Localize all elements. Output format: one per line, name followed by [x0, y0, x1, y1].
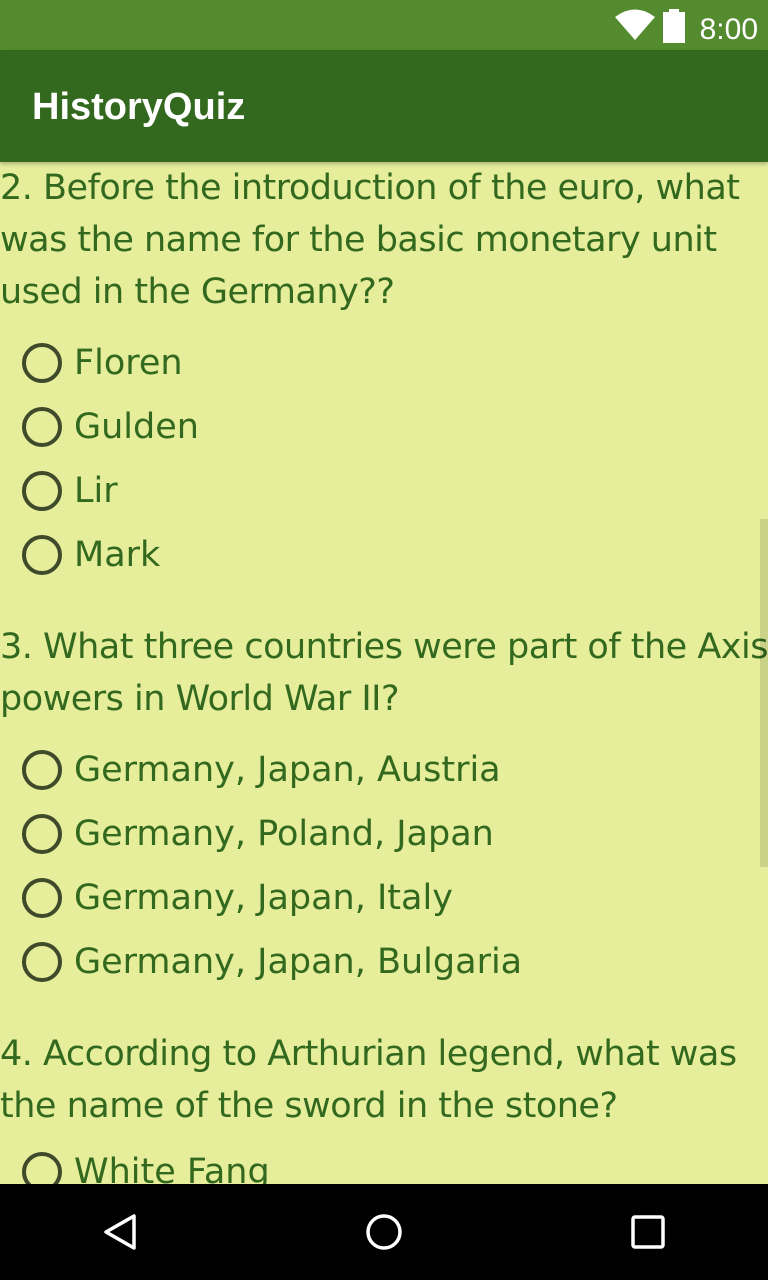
back-icon [104, 1214, 136, 1250]
option-germany-japan-bulgaria[interactable]: Germany, Japan, Bulgaria [22, 930, 522, 994]
radio-button[interactable] [22, 750, 62, 790]
option-label: Floren [74, 343, 183, 383]
battery-icon [663, 9, 685, 43]
scrollbar[interactable] [760, 519, 768, 867]
question-2-text: 2. Before the introduction of the euro, … [0, 168, 740, 312]
option-white-fang[interactable]: White Fang [22, 1140, 270, 1184]
status-bar: 8:00 [0, 0, 768, 50]
radio-button[interactable] [22, 1152, 62, 1184]
back-button[interactable] [72, 1184, 168, 1280]
quiz-scroll-content[interactable]: 2. Before the introduction of the euro, … [0, 162, 768, 1184]
option-floren[interactable]: Floren [22, 331, 183, 395]
radio-button[interactable] [22, 535, 62, 575]
option-label: White Fang [74, 1152, 270, 1184]
recents-button[interactable] [600, 1184, 696, 1280]
question-3-text: 3. What three countries were part of the… [0, 627, 768, 719]
option-germany-japan-austria[interactable]: Germany, Japan, Austria [22, 738, 501, 802]
wifi-icon [615, 9, 655, 40]
option-label: Gulden [74, 407, 199, 447]
radio-button[interactable] [22, 814, 62, 854]
option-germany-poland-japan[interactable]: Germany, Poland, Japan [22, 802, 494, 866]
radio-button[interactable] [22, 471, 62, 511]
navigation-bar [0, 1184, 768, 1280]
radio-button[interactable] [22, 942, 62, 982]
radio-button[interactable] [22, 878, 62, 918]
option-germany-japan-italy[interactable]: Germany, Japan, Italy [22, 866, 453, 930]
option-gulden[interactable]: Gulden [22, 395, 199, 459]
app-bar: HistoryQuiz [0, 50, 768, 162]
recents-icon [631, 1215, 665, 1249]
option-mark[interactable]: Mark [22, 523, 160, 587]
option-label: Lir [74, 471, 118, 511]
radio-button[interactable] [22, 407, 62, 447]
option-label: Mark [74, 535, 161, 575]
option-label: Germany, Japan, Austria [74, 750, 501, 790]
radio-button[interactable] [22, 343, 62, 383]
option-lir[interactable]: Lir [22, 459, 118, 523]
app-title: HistoryQuiz [32, 86, 246, 128]
home-icon [366, 1214, 402, 1250]
option-label: Germany, Japan, Italy [74, 878, 453, 918]
question-4-text: 4. According to Arthurian legend, what w… [0, 1034, 737, 1126]
option-label: Germany, Japan, Bulgaria [74, 942, 523, 982]
option-label: Germany, Poland, Japan [74, 814, 494, 854]
home-button[interactable] [336, 1184, 432, 1280]
status-time: 8:00 [699, 13, 758, 46]
